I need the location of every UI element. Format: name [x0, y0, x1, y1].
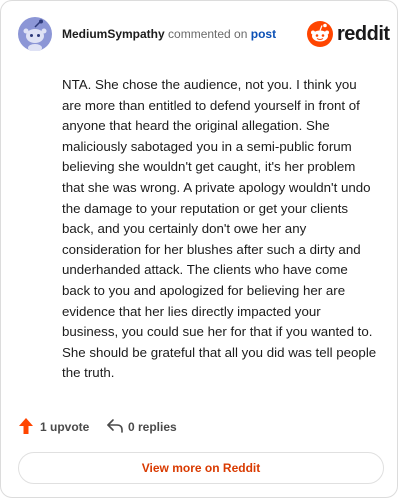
comment-actions: 1 upvote 0 replies: [18, 415, 378, 439]
comment-byline: MediumSympathy commented on post: [62, 26, 276, 42]
comment-header: MediumSympathy commented on post reddit: [18, 17, 390, 52]
replies-count-label: 0 replies: [128, 420, 177, 434]
post-link[interactable]: post: [251, 27, 276, 41]
upvote-count-label: 1 upvote: [40, 420, 90, 434]
replies-button[interactable]: 0 replies: [106, 415, 206, 439]
byline-action-text: commented on: [168, 27, 248, 41]
upvote-button[interactable]: 1 upvote: [18, 415, 108, 439]
reply-arrow-icon: [107, 419, 123, 433]
user-avatar-icon[interactable]: [18, 17, 52, 52]
upvote-arrow-icon: [19, 418, 33, 434]
reddit-brand-logo[interactable]: reddit: [307, 21, 390, 47]
reddit-wordmark: reddit: [337, 23, 390, 45]
view-more-on-reddit-button[interactable]: View more on Reddit: [18, 452, 384, 484]
reddit-logo-icon: [307, 21, 333, 47]
username-link[interactable]: MediumSympathy: [62, 27, 165, 41]
comment-body: NTA. She chose the audience, not you. I …: [62, 77, 377, 381]
embedded-comment-card: MediumSympathy commented on post reddit: [0, 0, 398, 498]
